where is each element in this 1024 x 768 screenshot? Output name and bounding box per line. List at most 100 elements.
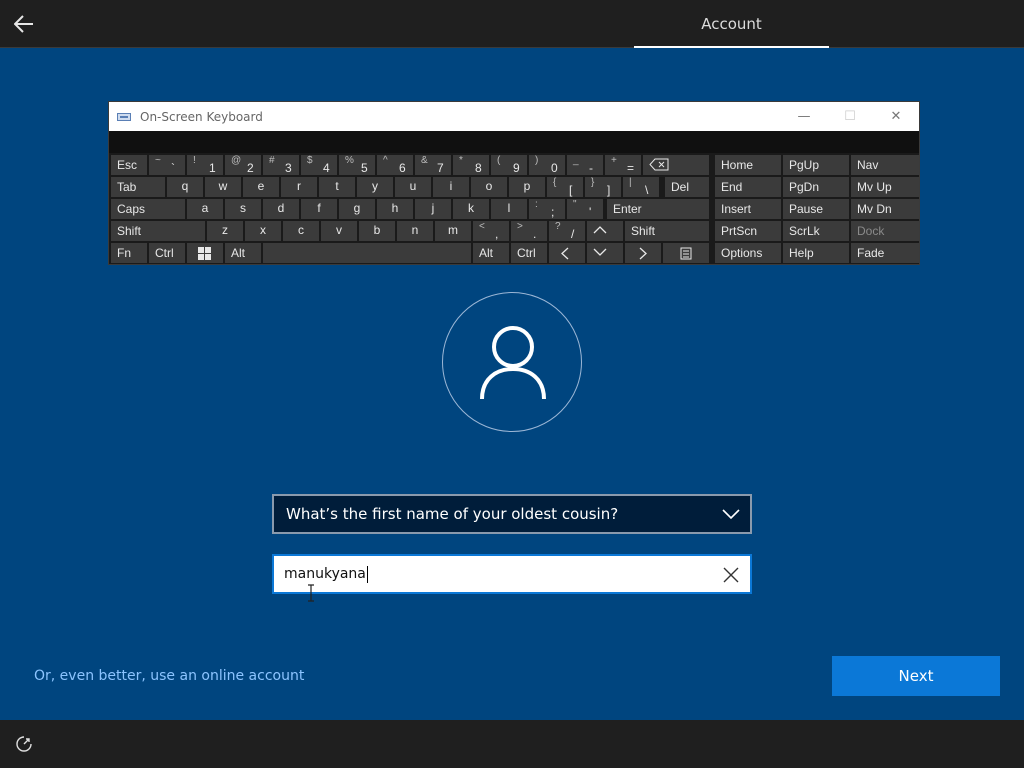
key-ctrl-left[interactable]: Ctrl (149, 243, 185, 263)
key-ctrl-right[interactable]: Ctrl (511, 243, 547, 263)
key-dock[interactable]: Dock (851, 221, 919, 241)
key-row1-6[interactable]: ^ 6 (377, 155, 413, 175)
key-nav[interactable]: Nav (851, 155, 919, 175)
security-answer-input[interactable]: manukyana (272, 554, 752, 594)
key-row2-punct-0[interactable]: {[ (547, 177, 583, 197)
key-row1-8[interactable]: * 8 (453, 155, 489, 175)
key-letter[interactable]: l (491, 199, 527, 219)
close-icon (723, 567, 739, 583)
key-fn[interactable]: Fn (111, 243, 147, 263)
key-letter[interactable]: n (397, 221, 433, 241)
osk-title: On-Screen Keyboard (140, 109, 263, 124)
key-menu[interactable] (663, 243, 709, 263)
key-del[interactable]: Del (665, 177, 709, 197)
key-row3-punct-1[interactable]: " ' (567, 199, 603, 219)
key-row1-2[interactable]: @2 (225, 155, 261, 175)
key-row1-3[interactable]: #3 (263, 155, 299, 175)
key-scrlk[interactable]: ScrLk (783, 221, 849, 241)
key-help[interactable]: Help (783, 243, 849, 263)
key-letter[interactable]: d (263, 199, 299, 219)
maximize-button[interactable]: ☐ (827, 102, 873, 131)
key-tab[interactable]: Tab (111, 177, 165, 197)
key-row4-punct-1[interactable]: >. (511, 221, 547, 241)
key-row2-punct-2[interactable]: | \ (623, 177, 659, 197)
key-windows[interactable] (187, 243, 223, 263)
key-prtscn[interactable]: PrtScn (715, 221, 781, 241)
key-row4-punct-2[interactable]: ? / (549, 221, 585, 241)
key-arrow-down[interactable] (587, 243, 623, 263)
key-letter[interactable]: y (357, 177, 393, 197)
key-letter[interactable]: k (453, 199, 489, 219)
key-letter[interactable]: i (433, 177, 469, 197)
key-arrow-left[interactable] (549, 243, 585, 263)
chevron-right-icon (639, 247, 647, 260)
text-caret (366, 565, 368, 583)
key-letter[interactable]: p (509, 177, 545, 197)
osk-title-bar[interactable]: On-Screen Keyboard — ☐ ✕ (109, 102, 919, 131)
key-pause[interactable]: Pause (783, 199, 849, 219)
key-letter[interactable]: c (283, 221, 319, 241)
key-letter[interactable]: g (339, 199, 375, 219)
key-row1-5[interactable]: % 5 (339, 155, 375, 175)
key-mv-dn[interactable]: Mv Dn (851, 199, 919, 219)
key-letter[interactable]: e (243, 177, 279, 197)
key-row1-1[interactable]: ! 1 (187, 155, 223, 175)
key-fade[interactable]: Fade (851, 243, 919, 263)
key-home[interactable]: Home (715, 155, 781, 175)
key-space[interactable] (263, 243, 471, 263)
ease-of-access-button[interactable] (12, 732, 36, 756)
key-shift-right[interactable]: Shift (625, 221, 709, 241)
key-letter[interactable]: s (225, 199, 261, 219)
key-letter[interactable]: m (435, 221, 471, 241)
key-letter[interactable]: f (301, 199, 337, 219)
key-end[interactable]: End (715, 177, 781, 197)
minimize-button[interactable]: — (781, 102, 827, 131)
key-caps[interactable]: Caps (111, 199, 185, 219)
key-alt-left[interactable]: Alt (225, 243, 261, 263)
next-button[interactable]: Next (832, 656, 1000, 696)
key-char: y (372, 179, 378, 193)
key-letter[interactable]: b (359, 221, 395, 241)
back-button[interactable] (8, 8, 40, 40)
key-mv-up[interactable]: Mv Up (851, 177, 919, 197)
key-letter[interactable]: a (187, 199, 223, 219)
key-letter[interactable]: h (377, 199, 413, 219)
key-letter[interactable]: x (245, 221, 281, 241)
key-pgdn[interactable]: PgDn (783, 177, 849, 197)
key-enter[interactable]: Enter (607, 199, 709, 219)
key-pgup[interactable]: PgUp (783, 155, 849, 175)
key-esc[interactable]: Esc (111, 155, 147, 175)
key-row1-11[interactable]: _ - (567, 155, 603, 175)
key-letter[interactable]: q (167, 177, 203, 197)
key-row4-punct-0[interactable]: <, (473, 221, 509, 241)
key-letter[interactable]: o (471, 177, 507, 197)
key-letter[interactable]: v (321, 221, 357, 241)
key-arrow-right[interactable] (625, 243, 661, 263)
key-row1-0[interactable]: ~ ` (149, 155, 185, 175)
key-row1-12[interactable]: + = (605, 155, 641, 175)
key-shift-left[interactable]: Shift (111, 221, 205, 241)
key-row1-7[interactable]: & 7 (415, 155, 451, 175)
key-row2-punct-1[interactable]: }] (585, 177, 621, 197)
key-char: j (431, 201, 435, 215)
key-alt-right[interactable]: Alt (473, 243, 509, 263)
key-row3-punct-0[interactable]: :; (529, 199, 565, 219)
online-account-link[interactable]: Or, even better, use an online account (34, 668, 304, 684)
key-row1-4[interactable]: $4 (301, 155, 337, 175)
key-letter[interactable]: j (415, 199, 451, 219)
key-backspace[interactable] (643, 155, 709, 175)
security-question-select[interactable]: What’s the first name of your oldest cou… (272, 494, 752, 534)
key-insert[interactable]: Insert (715, 199, 781, 219)
key-row1-10[interactable]: ) 0 (529, 155, 565, 175)
key-arrow-up[interactable] (587, 221, 623, 241)
key-letter[interactable]: u (395, 177, 431, 197)
key-char: a (201, 201, 209, 215)
key-letter[interactable]: t (319, 177, 355, 197)
key-options[interactable]: Options (715, 243, 781, 263)
close-button[interactable]: ✕ (873, 102, 919, 131)
key-letter[interactable]: r (281, 177, 317, 197)
key-letter[interactable]: z (207, 221, 243, 241)
clear-button[interactable] (720, 564, 742, 586)
key-letter[interactable]: w (205, 177, 241, 197)
key-row1-9[interactable]: (9 (491, 155, 527, 175)
